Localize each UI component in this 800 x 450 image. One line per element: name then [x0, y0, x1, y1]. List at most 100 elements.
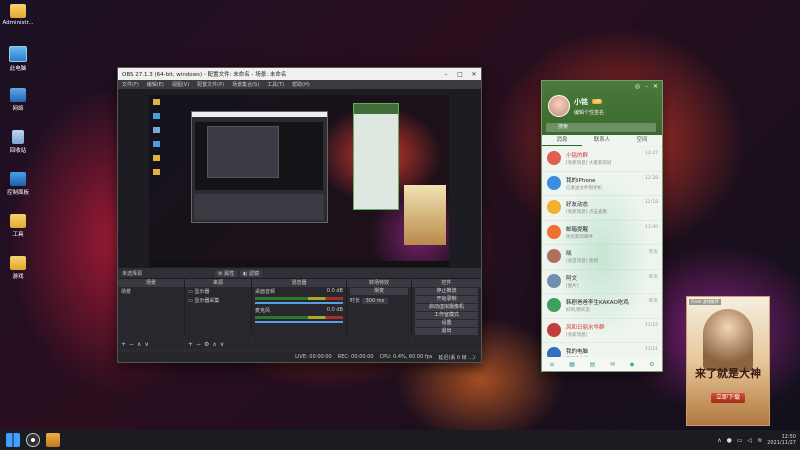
- tab-space[interactable]: 空间: [622, 135, 662, 146]
- properties-button[interactable]: ⚙ 属性: [215, 269, 238, 277]
- recycle-bin-icon: [12, 130, 24, 144]
- close-icon[interactable]: ✕: [467, 71, 481, 78]
- scenes-dock-controls[interactable]: +−∧∨: [118, 341, 184, 349]
- preview-nested-chat: [353, 103, 399, 210]
- desktop-icon-control-panel[interactable]: 控制面板: [2, 172, 34, 196]
- desktop-icon-recycle-bin[interactable]: 回收站: [2, 130, 34, 154]
- desktop: Administr... 此电脑 网络 回收站 控制面板 工具 游戏 OBS 2…: [0, 0, 800, 430]
- app-taskbar-icon[interactable]: [46, 433, 60, 447]
- system-tray: ∧ ● ▭ ◁ ≋ 12:50 2021/11/27: [717, 430, 796, 450]
- scene-item[interactable]: 场景: [118, 287, 184, 296]
- rec-timer: REC: 00:00:00: [337, 354, 374, 360]
- tray-app-icon[interactable]: ●: [727, 437, 732, 444]
- mixer-channel-name: 桌面音频 0.0 dB: [255, 288, 343, 295]
- chat-titlebar[interactable]: ◎ – ✕: [542, 81, 662, 91]
- desktop-icon-this-pc[interactable]: 此电脑: [2, 46, 34, 72]
- desktop-icon-administrator[interactable]: Administr...: [2, 4, 34, 26]
- desktop-icon-network[interactable]: 网络: [2, 88, 34, 112]
- ad-tag: Flash 游戏推荐: [689, 299, 721, 305]
- preview-nested-ad: [404, 185, 446, 245]
- obs-taskbar-icon[interactable]: [26, 433, 40, 447]
- avatar: [547, 224, 561, 239]
- menu-scene-collection[interactable]: 场景集合(S): [232, 81, 259, 88]
- list-item[interactable]: 风和日丽水华群 [有新消息] 11/22: [542, 319, 662, 343]
- settings-icon[interactable]: ⚙: [649, 361, 654, 368]
- cpu-status: CPU: 0.4%, 60.00 fps: [379, 354, 433, 360]
- start-icon[interactable]: [6, 433, 20, 447]
- clock[interactable]: 12:50 2021/11/27: [767, 434, 796, 446]
- audio-meter: [255, 316, 343, 319]
- download-button[interactable]: 立即下载: [711, 393, 745, 403]
- tab-contacts[interactable]: 联系人: [582, 135, 622, 146]
- menu-edit[interactable]: 编辑(E): [147, 81, 164, 88]
- mixer-channel-name: 麦克风 0.0 dB: [255, 307, 343, 314]
- taskbar: ∧ ● ▭ ◁ ≋ 12:50 2021/11/27: [0, 430, 800, 450]
- desktop-icon-tools[interactable]: 工具: [2, 214, 34, 238]
- start-recording-button[interactable]: 开始录制: [415, 296, 478, 303]
- chevron-up-icon[interactable]: ∧: [717, 437, 721, 444]
- chat-bottom-toolbar: ≡ ▦ ▤ ✉ ◆ ⚙: [542, 357, 662, 371]
- obs-docks: 场景 场景 +−∧∨ 来源 ▭ 显示器 ▭ 显示器采集 +−⚙∧∨ 混音器 桌面…: [118, 279, 481, 349]
- scenes-dock-title: 场景: [118, 279, 184, 287]
- audio-meter: [255, 297, 343, 300]
- avatar: [547, 322, 561, 337]
- wifi-icon[interactable]: ≋: [757, 437, 762, 444]
- menu-file[interactable]: 文件(F): [122, 81, 139, 88]
- obs-menubar: 文件(F) 编辑(E) 视图(V) 配置文件(P) 场景集合(S) 工具(T) …: [118, 80, 481, 89]
- volume-icon[interactable]: ◁: [748, 437, 753, 444]
- studio-mode-button[interactable]: 工作室模式: [415, 312, 478, 319]
- list-item[interactable]: 小铭的群 [有新消息] 大家新年好 12:47: [542, 147, 662, 172]
- sources-dock: 来源 ▭ 显示器 ▭ 显示器采集 +−⚙∧∨: [185, 279, 251, 349]
- volume-slider[interactable]: [255, 321, 343, 323]
- list-item[interactable]: 晓 [语音消息] 收到 昨天: [542, 245, 662, 270]
- game-icon[interactable]: ◆: [630, 361, 635, 368]
- list-item[interactable]: 韩剧爸爸李生KAKAO吃鸡 好的,明天见 昨天: [542, 294, 662, 319]
- ad-character-image: [703, 309, 753, 371]
- mixer-dock-title: 混音器: [252, 279, 346, 287]
- search-input[interactable]: 搜索: [546, 123, 656, 132]
- file-icon[interactable]: ▤: [590, 361, 596, 368]
- chat-header: ◎ – ✕ 小铭 VIP 编辑个性签名 搜索: [542, 81, 662, 135]
- mail-icon[interactable]: ✉: [610, 361, 615, 368]
- settings-button[interactable]: 设置: [415, 320, 478, 327]
- apps-icon[interactable]: ▦: [569, 361, 575, 368]
- avatar[interactable]: [548, 95, 570, 117]
- skin-icon[interactable]: ◎: [635, 83, 640, 90]
- network-icon[interactable]: ▭: [737, 437, 743, 444]
- list-item[interactable]: 我的iPhone 已发送文件到手机 12:38: [542, 172, 662, 196]
- menu-profile[interactable]: 配置文件(P): [197, 81, 224, 88]
- game-ad-popup[interactable]: Flash 游戏推荐 来了就是大神 立即下载: [686, 296, 770, 426]
- vip-badge: VIP: [592, 99, 603, 104]
- no-source-label: 未选择源: [122, 270, 143, 277]
- minimize-icon[interactable]: –: [439, 71, 453, 78]
- filters-button[interactable]: ◐ 滤镜: [240, 269, 263, 277]
- obs-title: OBS 27.1.3 (64-bit, windows) - 配置文件: 未命名…: [122, 72, 287, 78]
- folder-icon: [10, 4, 26, 18]
- minimize-icon[interactable]: –: [645, 83, 648, 90]
- menu-help[interactable]: 帮助(H): [292, 81, 310, 88]
- signature[interactable]: 编辑个性签名: [574, 109, 604, 116]
- list-item[interactable]: 阿文 [图片] 昨天: [542, 270, 662, 294]
- source-item[interactable]: ▭ 显示器: [185, 287, 251, 296]
- menu-icon[interactable]: ≡: [549, 361, 554, 368]
- maximize-icon[interactable]: □: [453, 71, 467, 78]
- tab-messages[interactable]: 消息: [542, 135, 582, 146]
- menu-tools[interactable]: 工具(T): [267, 81, 284, 88]
- volume-slider[interactable]: [255, 302, 343, 304]
- conversation-list: 小铭的群 [有新消息] 大家新年好 12:47 我的iPhone 已发送文件到手机 12…: [542, 147, 662, 368]
- exit-button[interactable]: 退出: [415, 328, 478, 335]
- close-icon[interactable]: ✕: [653, 83, 658, 90]
- ad-slogan: 来了就是大神: [695, 367, 761, 380]
- obs-titlebar[interactable]: OBS 27.1.3 (64-bit, windows) - 配置文件: 未命名…: [118, 68, 481, 80]
- duration-input[interactable]: 300 ms: [361, 298, 389, 304]
- desktop-icon-games[interactable]: 游戏: [2, 256, 34, 280]
- menu-view[interactable]: 视图(V): [172, 81, 189, 88]
- sources-dock-controls[interactable]: +−⚙∧∨: [185, 341, 251, 349]
- list-item[interactable]: 好友动态 [有新消息] 点击查看 12:18: [542, 196, 662, 221]
- list-item[interactable]: 邮箱提醒 你有新的邮件 11:40: [542, 221, 662, 245]
- virtual-camera-button[interactable]: 启动虚拟摄像机: [415, 304, 478, 311]
- stop-streaming-button[interactable]: 停止推流: [415, 288, 478, 295]
- avatar: [547, 175, 561, 190]
- transition-select[interactable]: 渐变: [350, 288, 408, 295]
- source-item[interactable]: ▭ 显示器采集: [185, 296, 251, 305]
